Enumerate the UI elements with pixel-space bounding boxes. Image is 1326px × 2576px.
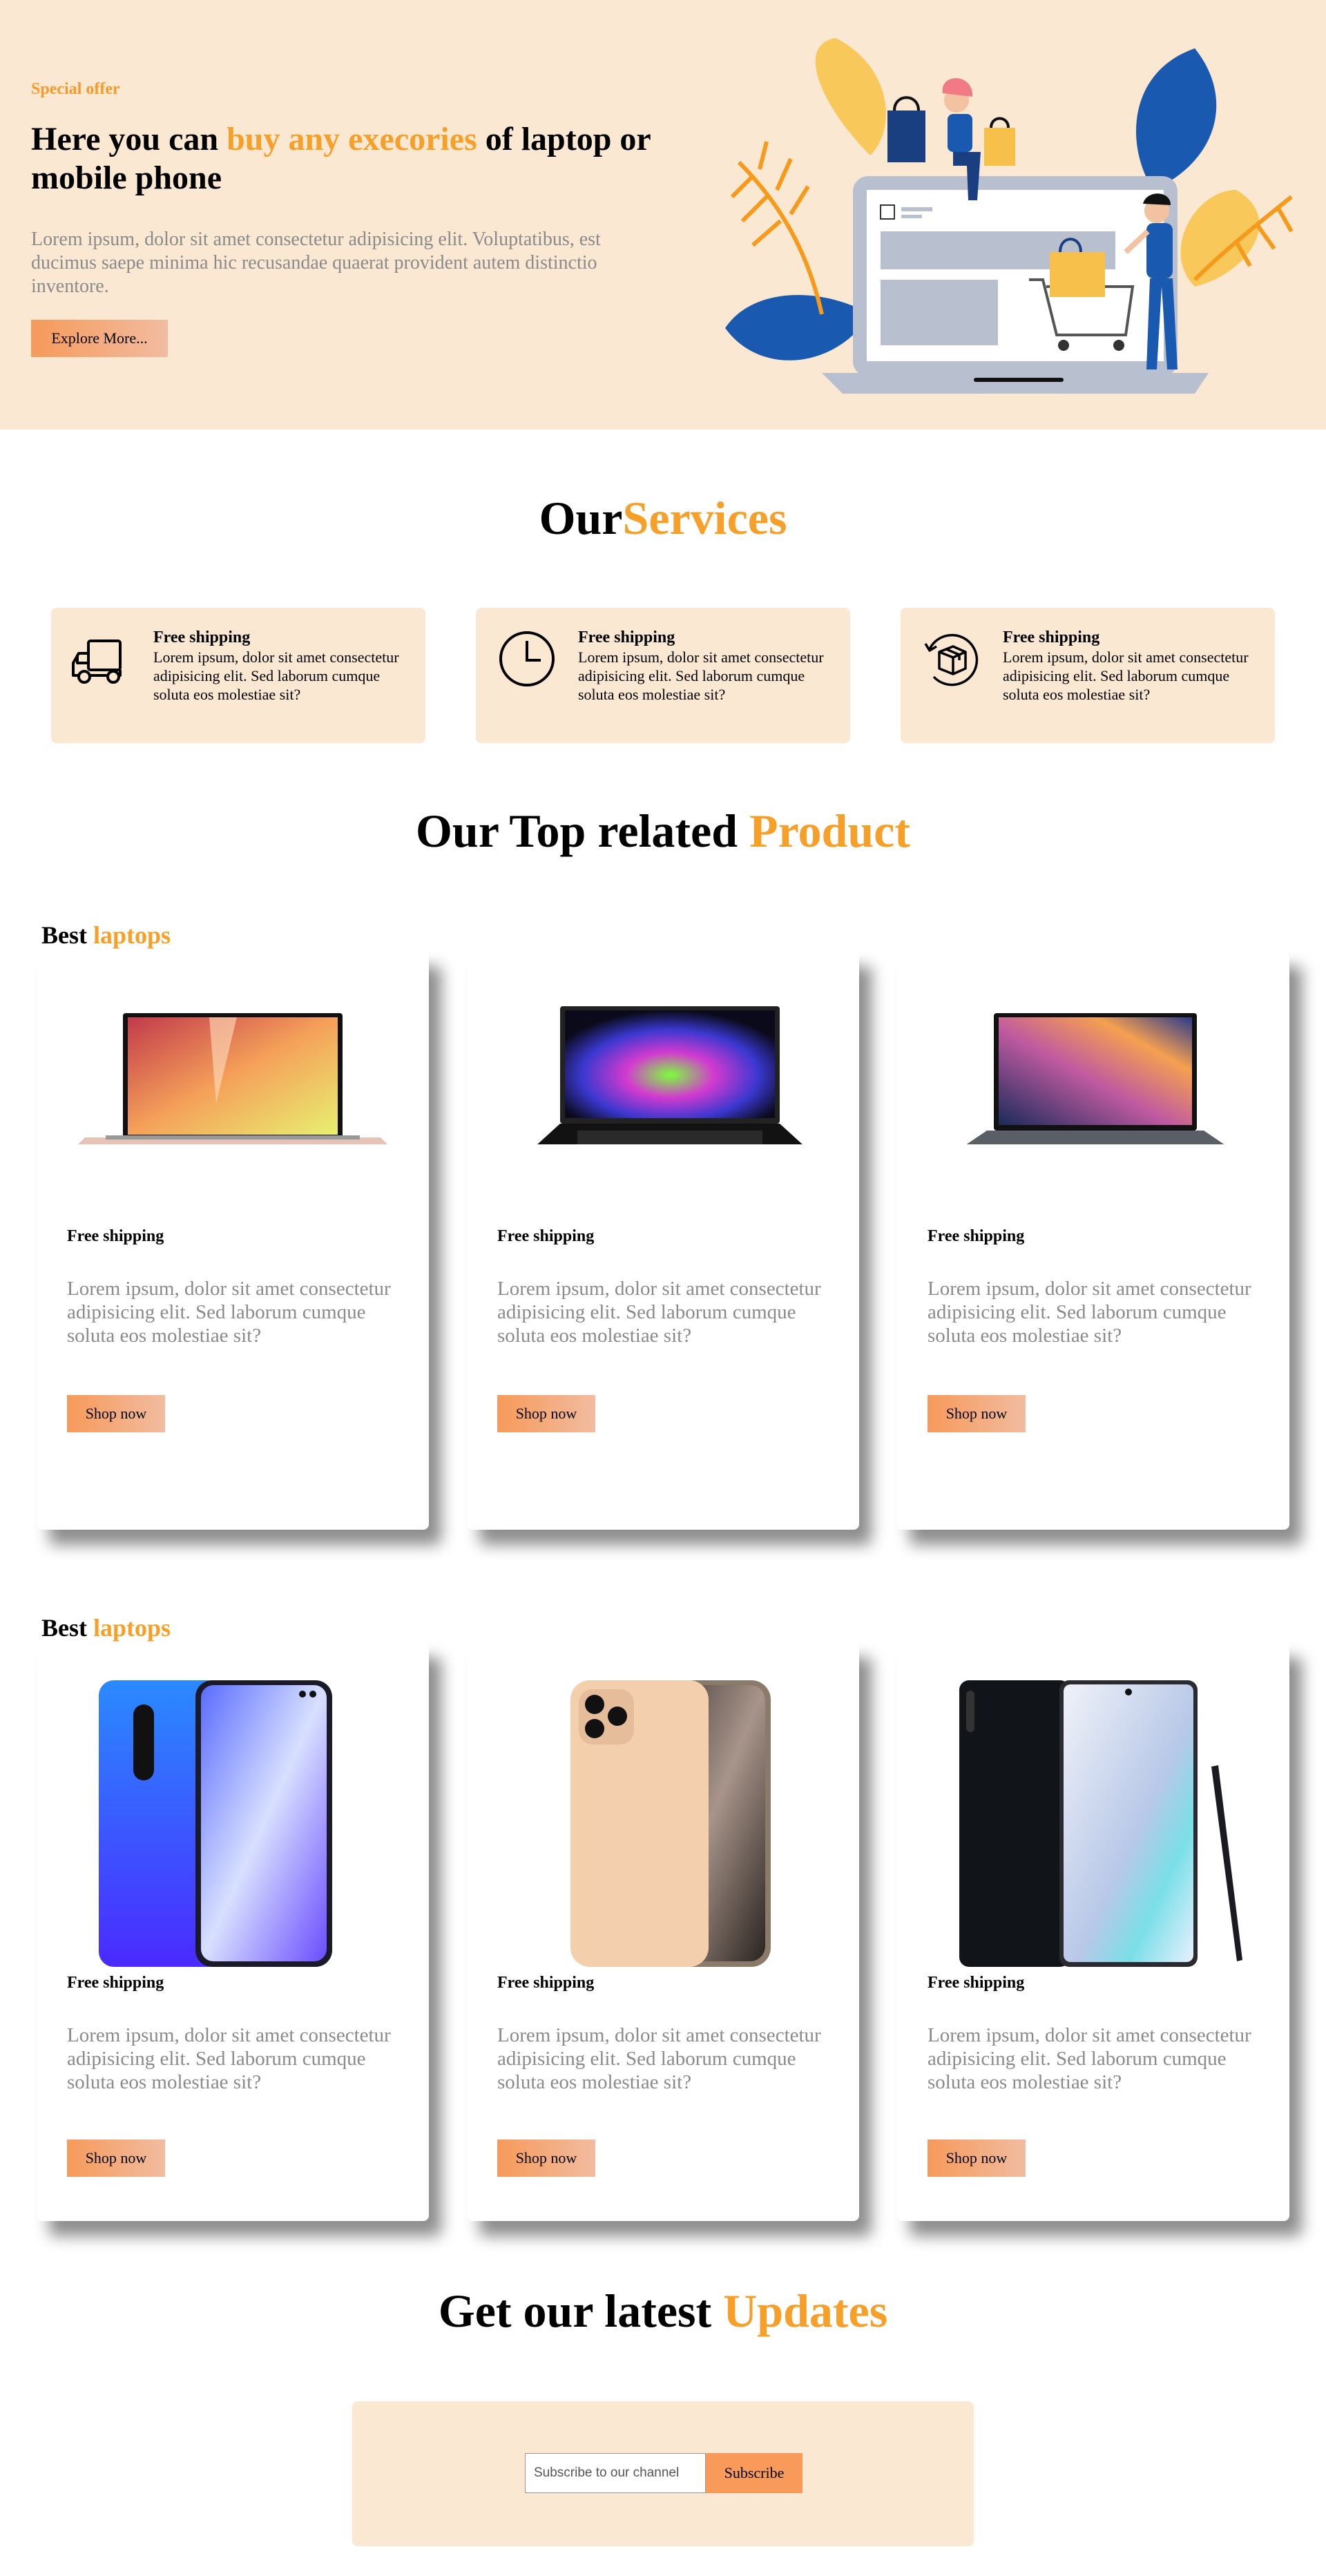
- product-description: Lorem ipsum, dolor sit amet consectetur …: [67, 1278, 391, 1347]
- product-title: Free shipping: [497, 1974, 595, 1992]
- shop-now-button[interactable]: Shop now: [497, 1395, 595, 1432]
- hero-eyebrow: Special offer: [31, 80, 120, 98]
- product-row-label: Best laptops: [41, 1613, 171, 1642]
- hero-section: Special offer Here you can buy any execo…: [0, 0, 1326, 430]
- service-title: Free shipping: [153, 628, 251, 646]
- hero-title-pre: Here you can: [31, 121, 227, 157]
- package-return-icon: [924, 633, 979, 686]
- row-label-accent: laptops: [93, 921, 171, 949]
- product-description: Lorem ipsum, dolor sit amet consectetur …: [497, 2024, 821, 2093]
- subscribe-button[interactable]: Subscribe: [706, 2453, 803, 2493]
- product-card: Free shipping Lorem ipsum, dolor sit ame…: [37, 1642, 429, 2221]
- products-title-pre: Our Top related: [416, 805, 750, 857]
- service-card: Free shipping Lorem ipsum, dolor sit ame…: [901, 608, 1275, 743]
- product-title: Free shipping: [928, 1227, 1025, 1245]
- service-title: Free shipping: [1003, 628, 1100, 646]
- updates-title-pre: Get our latest: [438, 2285, 724, 2337]
- product-card: Free shipping Lorem ipsum, dolor sit ame…: [467, 951, 859, 1530]
- product-description: Lorem ipsum, dolor sit amet consectetur …: [928, 2024, 1251, 2093]
- phone-gold-image: [570, 1680, 771, 1967]
- service-card: Free shipping Lorem ipsum, dolor sit ame…: [476, 608, 850, 743]
- service-card: Free shipping Lorem ipsum, dolor sit ame…: [51, 608, 425, 743]
- hero-title: Here you can buy any execories of laptop…: [31, 120, 694, 198]
- subscribe-email-input[interactable]: [525, 2453, 706, 2493]
- updates-title-accent: Updates: [723, 2285, 888, 2337]
- shop-now-button[interactable]: Shop now: [67, 2140, 165, 2177]
- product-card: Free shipping Lorem ipsum, dolor sit ame…: [467, 1642, 859, 2221]
- product-title: Free shipping: [497, 1227, 595, 1245]
- product-description: Lorem ipsum, dolor sit amet consectetur …: [928, 1278, 1251, 1347]
- shop-now-button[interactable]: Shop now: [67, 1395, 165, 1432]
- row-label-pre: Best: [41, 921, 93, 949]
- laptop-rose-gold-image: [78, 1013, 387, 1144]
- product-card: Free shipping Lorem ipsum, dolor sit ame…: [37, 951, 429, 1530]
- hero-description: Lorem ipsum, dolor sit amet consectetur …: [31, 229, 601, 297]
- service-description: Lorem ipsum, dolor sit amet consectetur …: [578, 648, 824, 703]
- shop-now-button[interactable]: Shop now: [928, 2140, 1026, 2177]
- product-title: Free shipping: [67, 1227, 164, 1245]
- services-title-accent: Services: [622, 492, 787, 544]
- phone-black-stylus-image: [959, 1680, 1242, 1967]
- shop-now-button[interactable]: Shop now: [928, 1395, 1026, 1432]
- product-title: Free shipping: [67, 1974, 164, 1992]
- product-description: Lorem ipsum, dolor sit amet consectetur …: [67, 2024, 391, 2093]
- service-description: Lorem ipsum, dolor sit amet consectetur …: [153, 648, 399, 703]
- products-title: Our Top related Product: [0, 803, 1326, 858]
- row-label-pre: Best: [41, 1614, 93, 1642]
- products-title-accent: Product: [749, 805, 910, 857]
- row-label-accent: laptops: [93, 1614, 171, 1642]
- subscribe-form: Subscribe: [352, 2401, 974, 2546]
- product-card: Free shipping Lorem ipsum, dolor sit ame…: [897, 1642, 1289, 2221]
- shopping-laptop-illustration: [725, 38, 1294, 394]
- laptop-gaming-black-image: [537, 1006, 803, 1144]
- service-description: Lorem ipsum, dolor sit amet consectetur …: [1003, 648, 1249, 703]
- services-title: OurServices: [0, 490, 1326, 546]
- product-title: Free shipping: [928, 1974, 1025, 1992]
- updates-title: Get our latest Updates: [0, 2283, 1326, 2338]
- explore-more-button[interactable]: Explore More...: [31, 320, 168, 357]
- product-description: Lorem ipsum, dolor sit amet consectetur …: [497, 1278, 821, 1347]
- laptop-space-gray-image: [966, 1013, 1224, 1144]
- hero-title-accent: buy any execories: [227, 121, 477, 157]
- clock-icon: [499, 631, 555, 686]
- services-title-pre: Our: [539, 492, 623, 544]
- phone-blue-image: [99, 1680, 332, 1967]
- product-card: Free shipping Lorem ipsum, dolor sit ame…: [897, 951, 1289, 1530]
- shop-now-button[interactable]: Shop now: [497, 2140, 595, 2177]
- product-row-label: Best laptops: [41, 921, 171, 950]
- service-title: Free shipping: [578, 628, 675, 646]
- truck-icon: [72, 640, 122, 684]
